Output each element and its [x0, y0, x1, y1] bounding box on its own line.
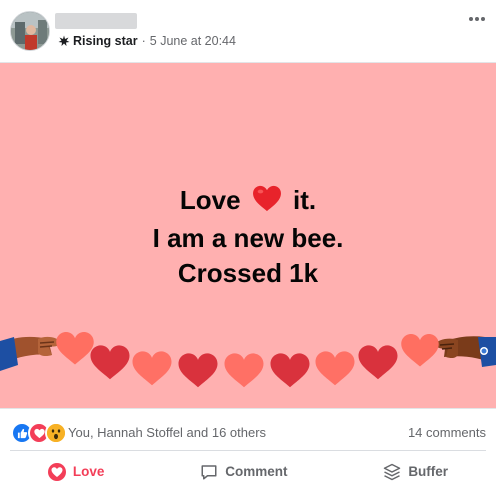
ellipsis-icon[interactable] [468, 9, 486, 27]
reaction-icons[interactable] [11, 422, 67, 444]
love-label: Love [72, 464, 105, 479]
meta-separator: · [141, 34, 146, 48]
buffer-label: Buffer [408, 464, 449, 479]
avatar[interactable] [10, 11, 50, 51]
post-text-line-1: Love it. [0, 183, 496, 221]
post-timestamp[interactable]: 5 June at 20:44 [150, 34, 236, 48]
post-meta: Rising star · 5 June at 20:44 [58, 34, 236, 48]
post-image[interactable]: Love it. I am a new bee. Crossed 1k [0, 62, 496, 409]
reactions-summary[interactable]: You, Hannah Stoffel and 16 others [68, 425, 266, 440]
action-bar: Love Comment Buffer [0, 452, 496, 491]
love-button[interactable]: Love [47, 462, 105, 481]
post-text-line-2: I am a new bee. [152, 223, 344, 253]
comment-button[interactable]: Comment [200, 463, 288, 481]
buffer-button[interactable]: Buffer [383, 463, 448, 481]
post-text: Love it. I am a new bee. Crossed 1k [0, 183, 496, 291]
wow-icon [45, 422, 67, 444]
heart-garland-illustration [0, 332, 496, 388]
avatar-photo [11, 12, 49, 50]
post-text-love: Love [179, 185, 241, 215]
comment-label: Comment [225, 464, 288, 479]
red-heart-emoji-icon [252, 185, 282, 221]
post-header: Rising star · 5 June at 20:44 [0, 0, 496, 62]
comment-icon [201, 464, 217, 479]
divider [10, 450, 486, 451]
reactions-bar: You, Hannah Stoffel and 16 others 14 com… [0, 410, 496, 448]
post-card: Rising star · 5 June at 20:44 Love it. I… [0, 0, 496, 491]
author-name-redacted [55, 13, 137, 29]
buffer-icon [384, 463, 401, 480]
author-badge[interactable]: Rising star [73, 34, 138, 48]
post-text-it: it. [293, 185, 317, 215]
rising-star-icon [58, 35, 70, 46]
comments-count[interactable]: 14 comments [408, 425, 486, 440]
love-reaction-icon [47, 462, 66, 481]
post-text-line-3: Crossed 1k [177, 258, 319, 288]
